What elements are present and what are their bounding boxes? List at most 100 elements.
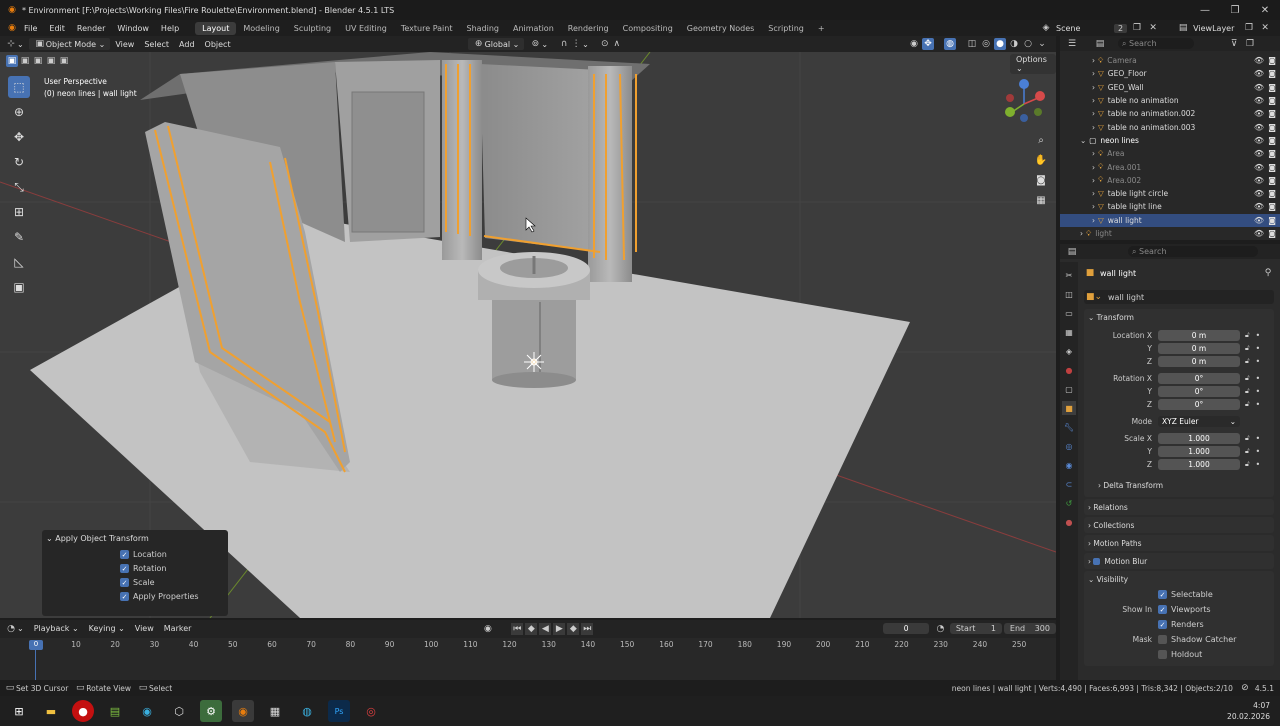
menu-help[interactable]: Help xyxy=(155,24,185,33)
tab-animation[interactable]: Animation xyxy=(506,22,561,35)
render-camera-icon[interactable]: ◙ xyxy=(1268,109,1276,118)
render-camera-icon[interactable]: ◙ xyxy=(1268,56,1276,65)
option-scale[interactable]: ✓ Scale xyxy=(120,578,228,587)
next-keyframe-icon[interactable]: ◆ xyxy=(567,622,580,635)
new-viewlayer-icon[interactable]: ❐ xyxy=(1243,22,1255,34)
delete-scene-icon[interactable]: ✕ xyxy=(1147,22,1159,34)
outliner-row[interactable]: › 💡︎ Area.001 👁︎ ◙ xyxy=(1060,160,1280,173)
render-camera-icon[interactable]: ◙ xyxy=(1268,123,1276,132)
keyframe-dot-icon[interactable]: • xyxy=(1256,387,1261,396)
transform-header[interactable]: ⌄ Transform xyxy=(1088,309,1270,325)
close-button[interactable]: ✕ xyxy=(1250,0,1280,20)
annotate-tool[interactable]: ✎ xyxy=(8,226,30,248)
properties-search[interactable]: ⌕ Search xyxy=(1128,246,1258,257)
pan-hand-icon[interactable]: ✋ xyxy=(1033,152,1049,168)
holdout-row[interactable]: Holdout xyxy=(1088,647,1270,662)
chevron-right-icon[interactable]: › xyxy=(1092,202,1095,211)
lock-icon[interactable]: 🔓︎ xyxy=(1245,387,1250,396)
pin-icon[interactable]: ⚲ xyxy=(1262,267,1274,279)
eye-icon[interactable]: 👁︎ xyxy=(1254,96,1264,105)
scene-name[interactable]: Scene xyxy=(1056,24,1110,33)
properties-editor-icon[interactable]: ▤ xyxy=(1066,246,1078,258)
outliner-row[interactable]: › ▽ GEO_Floor 👁︎ ◙ xyxy=(1060,67,1280,80)
eye-icon[interactable]: 👁︎ xyxy=(1254,229,1264,238)
move-tool[interactable]: ✥ xyxy=(8,126,30,148)
jump-end-icon[interactable]: ⏭ xyxy=(581,622,594,635)
chevron-right-icon[interactable]: › xyxy=(1092,69,1095,78)
filter-icon[interactable]: ⊽ xyxy=(1228,38,1240,50)
chevron-right-icon[interactable]: › xyxy=(1080,229,1083,238)
outliner-row[interactable]: ⌄ ▢ neon lines 👁︎ ◙ xyxy=(1060,134,1280,147)
material-tab-icon[interactable]: ● xyxy=(1062,515,1076,529)
add-workspace-icon[interactable]: + xyxy=(811,22,832,35)
tab-sculpting[interactable]: Sculpting xyxy=(287,22,338,35)
menu-keying[interactable]: Keying ⌄ xyxy=(84,623,130,635)
motion-paths-panel[interactable]: › Motion Paths xyxy=(1084,535,1274,551)
calculator-icon[interactable]: ▦ xyxy=(264,700,286,722)
menu-timeline-view[interactable]: View xyxy=(130,623,159,635)
chevron-right-icon[interactable]: › xyxy=(1092,123,1095,132)
tab-compositing[interactable]: Compositing xyxy=(616,22,680,35)
outliner-row[interactable]: › ▽ GEO_Wall 👁︎ ◙ xyxy=(1060,81,1280,94)
lock-icon[interactable]: 🔓︎ xyxy=(1245,400,1250,409)
option-location[interactable]: ✓ Location xyxy=(120,550,228,559)
viewlayer-icon[interactable]: ▤ xyxy=(1177,22,1189,34)
option-apply-properties[interactable]: ✓ Apply Properties xyxy=(120,592,228,601)
checkbox-checked-icon[interactable] xyxy=(1093,557,1101,565)
chevron-right-icon[interactable]: › xyxy=(1092,149,1095,158)
select-box-tool[interactable]: ⬚ xyxy=(8,76,30,98)
chevron-down-icon[interactable]: ⌄ xyxy=(1080,136,1086,145)
editor-type-button[interactable]: ⊹ ⌄ xyxy=(0,38,29,50)
option-rotation[interactable]: ✓ Rotation xyxy=(120,564,228,573)
menu-marker[interactable]: Marker xyxy=(159,623,197,635)
menu-view[interactable]: View xyxy=(110,38,139,50)
outliner-row[interactable]: › 💡︎ light 👁︎ ◙ xyxy=(1060,227,1280,240)
eye-icon[interactable]: 👁︎ xyxy=(1254,216,1264,225)
select-intersect-icon[interactable]: ▣ xyxy=(58,55,70,67)
eye-icon[interactable]: 👁︎ xyxy=(1254,176,1264,185)
scene-tab-icon[interactable]: ◈ xyxy=(1062,344,1076,358)
location-y-field[interactable]: 0 m xyxy=(1158,343,1240,354)
keyframe-dot-icon[interactable]: • xyxy=(1256,357,1261,366)
lock-icon[interactable]: 🔓︎ xyxy=(1245,434,1250,443)
render-camera-icon[interactable]: ◙ xyxy=(1268,229,1276,238)
eye-icon[interactable]: 👁︎ xyxy=(1254,109,1264,118)
maximize-button[interactable]: ❐ xyxy=(1220,0,1250,20)
rotation-mode-select[interactable]: XYZ Euler ⌄ xyxy=(1158,416,1240,427)
outliner-search[interactable]: ⌕ Search xyxy=(1118,38,1194,49)
measure-tool[interactable]: ◺ xyxy=(8,251,30,273)
tab-modeling[interactable]: Modeling xyxy=(236,22,286,35)
menu-render[interactable]: Render xyxy=(71,24,111,33)
transform-orientation-select[interactable]: ⊕ Global ⌄ xyxy=(467,38,525,50)
render-tab-icon[interactable]: ◫ xyxy=(1062,287,1076,301)
constraints-tab-icon[interactable]: ⊂ xyxy=(1062,477,1076,491)
menu-select[interactable]: Select xyxy=(139,38,174,50)
photoshop-icon[interactable]: Ps xyxy=(328,700,350,722)
checkbox-checked-icon[interactable]: ✓ xyxy=(1158,590,1167,599)
windows-start-icon[interactable]: ⊞ xyxy=(8,700,30,722)
render-camera-icon[interactable]: ◙ xyxy=(1268,69,1276,78)
checkbox-checked-icon[interactable]: ✓ xyxy=(120,564,129,573)
keyframe-dot-icon[interactable]: • xyxy=(1256,460,1261,469)
select-subtract-icon[interactable]: ▣ xyxy=(32,55,44,67)
checkbox-checked-icon[interactable]: ✓ xyxy=(120,592,129,601)
camera-view-icon[interactable]: ◙ xyxy=(1033,172,1049,188)
eye-icon[interactable]: 👁︎ xyxy=(1254,123,1264,132)
tab-layout[interactable]: Layout xyxy=(195,21,237,35)
tab-shading[interactable]: Shading xyxy=(459,22,506,35)
app-hex-icon[interactable]: ⬡ xyxy=(168,700,190,722)
tool-tab-icon[interactable]: ✂ xyxy=(1062,268,1076,282)
menu-file[interactable]: File xyxy=(18,24,43,33)
motion-blur-panel[interactable]: › Motion Blur xyxy=(1084,553,1274,569)
scale-x-field[interactable]: 1.000 xyxy=(1158,433,1240,444)
eye-icon[interactable]: 👁︎ xyxy=(1254,56,1264,65)
chevron-right-icon[interactable]: › xyxy=(1092,83,1095,92)
file-explorer-icon[interactable]: ▬ xyxy=(40,700,62,722)
datablock-name[interactable]: wall light xyxy=(1108,293,1144,302)
scene-icon[interactable]: ◈ xyxy=(1040,22,1052,34)
lock-icon[interactable]: 🔓︎ xyxy=(1245,374,1250,383)
scale-y-field[interactable]: 1.000 xyxy=(1158,446,1240,457)
minimize-button[interactable]: — xyxy=(1190,0,1220,20)
show-in-viewports-row[interactable]: Show In ✓ Viewports xyxy=(1088,602,1270,617)
particles-tab-icon[interactable]: ◎ xyxy=(1062,439,1076,453)
